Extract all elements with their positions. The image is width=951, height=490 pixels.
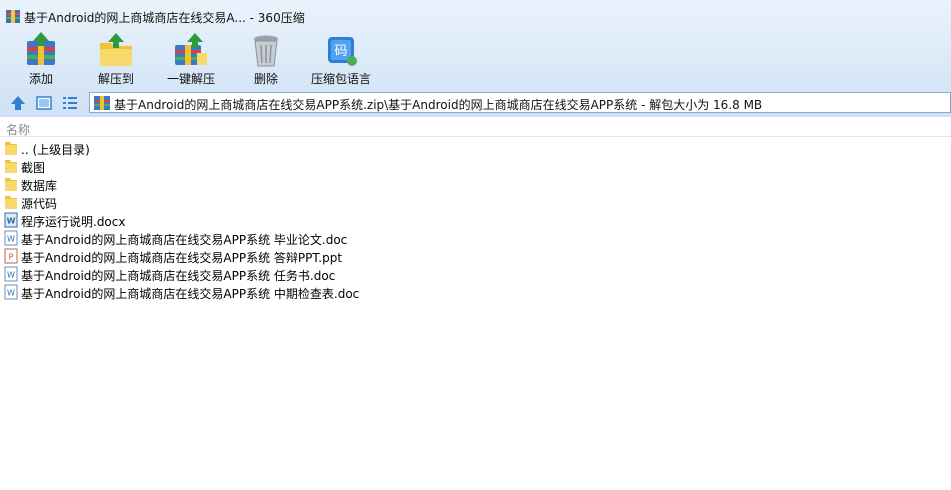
svg-text:W: W — [7, 235, 15, 244]
powerpoint-document-icon: P — [4, 248, 18, 264]
path-text: 基于Android的网上商城商店在线交易APP系统.zip\基于Android的… — [114, 98, 763, 112]
list-item-name: 基于Android的网上商城商店在线交易APP系统 中期检查表.doc — [21, 287, 360, 301]
list-item-file[interactable]: P 基于Android的网上商城商店在线交易APP系统 答辩PPT.ppt — [0, 247, 600, 265]
list-item-folder[interactable]: 源代码 — [0, 193, 600, 211]
add-button[interactable]: 添加 — [7, 30, 75, 88]
one-click-extract-button[interactable]: 一键解压 — [157, 30, 225, 88]
list-item-file[interactable]: W 程序运行说明.docx — [0, 211, 600, 229]
list-item-name: 基于Android的网上商城商店在线交易APP系统 任务书.doc — [21, 269, 336, 283]
word-document-icon: W — [4, 266, 18, 282]
add-label: 添加 — [28, 72, 53, 86]
list-item-name: .. (上级目录) — [21, 143, 90, 157]
list-item-name: 数据库 — [21, 179, 58, 193]
word-document-icon: W — [4, 230, 18, 246]
list-item-name: 截图 — [21, 161, 46, 175]
zip-archive-icon — [94, 96, 110, 110]
add-archive-icon — [27, 32, 55, 65]
list-view-icon[interactable] — [61, 94, 79, 112]
extract-to-button[interactable]: 解压到 — [82, 30, 150, 88]
word-document-icon: W — [4, 284, 18, 300]
extract-folder-icon — [100, 33, 132, 66]
list-item-name: 程序运行说明.docx — [21, 215, 126, 229]
window-chrome: 基于Android的网上商城商店在线交易A... - 360压缩 添加 解压到 — [0, 0, 951, 117]
word-document-icon: W — [4, 212, 18, 228]
extract-to-label: 解压到 — [97, 72, 134, 86]
list-item-name: 基于Android的网上商城商店在线交易APP系统 毕业论文.doc — [21, 233, 348, 247]
list-item-name: 基于Android的网上商城商店在线交易APP系统 答辩PPT.ppt — [21, 251, 343, 265]
svg-text:W: W — [7, 217, 16, 226]
delete-button[interactable]: 删除 — [232, 30, 300, 88]
archive-language-button[interactable]: 码 压缩包语言 — [307, 30, 375, 88]
folder-icon — [5, 178, 17, 191]
toolbar: 添加 解压到 一键解压 删除 码 压缩包语言 — [0, 30, 951, 88]
folder-icon — [5, 160, 17, 173]
list-item-file[interactable]: W 基于Android的网上商城商店在线交易APP系统 中期检查表.doc — [0, 283, 600, 301]
encoding-icon: 码 — [328, 37, 357, 66]
one-click-extract-icon — [175, 33, 207, 65]
delete-label: 删除 — [253, 72, 278, 86]
column-name-label: 名称 — [6, 123, 31, 137]
svg-text:W: W — [7, 289, 15, 298]
list-item-folder[interactable]: 数据库 — [0, 175, 600, 193]
list-item-name: 源代码 — [21, 197, 58, 211]
folder-icon — [5, 142, 17, 155]
archive-app-icon — [6, 10, 20, 23]
svg-text:W: W — [7, 271, 15, 280]
svg-text:P: P — [9, 253, 14, 262]
list-item-file[interactable]: W 基于Android的网上商城商店在线交易APP系统 任务书.doc — [0, 265, 600, 283]
archive-language-label: 压缩包语言 — [310, 72, 371, 86]
folder-icon — [5, 196, 17, 209]
list-item-folder[interactable]: .. (上级目录) — [0, 139, 600, 157]
column-header-name[interactable]: 名称 — [0, 117, 951, 137]
up-arrow-icon[interactable] — [9, 94, 27, 112]
svg-text:码: 码 — [334, 44, 347, 59]
trash-icon — [254, 35, 278, 67]
list-item-file[interactable]: W 基于Android的网上商城商店在线交易APP系统 毕业论文.doc — [0, 229, 600, 247]
thumbnail-view-icon[interactable] — [35, 94, 53, 112]
address-bar: 基于Android的网上商城商店在线交易APP系统.zip\基于Android的… — [0, 90, 951, 117]
path-field[interactable]: 基于Android的网上商城商店在线交易APP系统.zip\基于Android的… — [89, 92, 951, 113]
title-bar: 基于Android的网上商城商店在线交易A... - 360压缩 — [0, 0, 951, 32]
window-title: 基于Android的网上商城商店在线交易A... - 360压缩 — [24, 11, 305, 25]
file-list: 名称 .. (上级目录) 截图数据库源代码 W 程序运行说明.docx W 基于Andro… — [0, 117, 951, 490]
list-item-folder[interactable]: 截图 — [0, 157, 600, 175]
one-click-extract-label: 一键解压 — [166, 72, 215, 86]
